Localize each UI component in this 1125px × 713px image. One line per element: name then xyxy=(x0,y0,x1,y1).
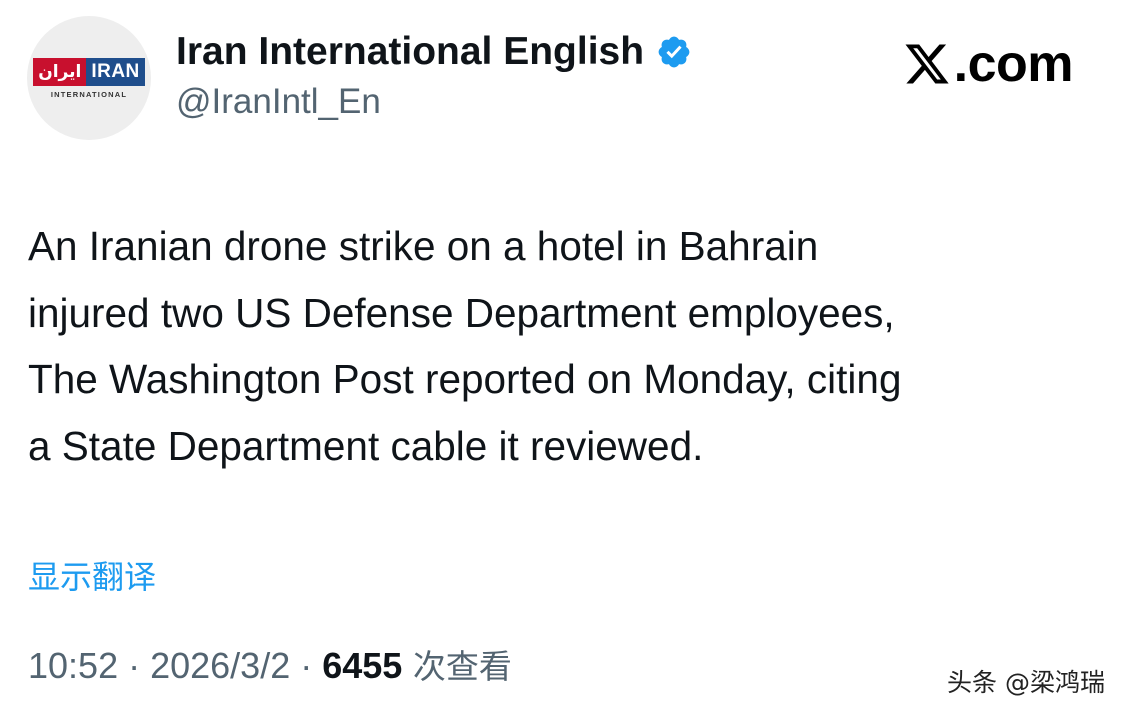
view-count-label: 次查看 xyxy=(402,647,512,686)
toutiao-watermark: 头条 @梁鸿瑞 xyxy=(947,668,1105,697)
logo-english-text: IRAN xyxy=(86,57,145,86)
view-count[interactable]: 6455 xyxy=(322,645,402,686)
tweet-line: a State Department cable it reviewed. xyxy=(28,422,704,469)
logo-subtitle: INTERNATIONAL xyxy=(50,89,128,99)
tweet-date[interactable]: 2026/3/2 xyxy=(150,645,290,686)
tweet-line: The Washington Post reported on Monday, … xyxy=(28,356,902,402)
show-translation-link[interactable]: 显示翻译 xyxy=(28,552,156,598)
logo-persian-text: ایران xyxy=(33,57,87,86)
account-name-text: Iran International English xyxy=(176,30,645,73)
x-com-domain: .com xyxy=(953,35,1074,93)
avatar[interactable]: ایران IRAN INTERNATIONAL xyxy=(27,16,151,140)
account-handle[interactable]: @IranIntl_En xyxy=(176,82,381,122)
tweet-line: An Iranian drone strike on a hotel in Ba… xyxy=(28,223,819,269)
tweet-metadata: 10:52 · 2026/3/2 · 6455 次查看 xyxy=(28,640,512,688)
tweet-time[interactable]: 10:52 xyxy=(28,645,118,686)
separator-dot: · xyxy=(118,645,151,686)
tweet-text: An Iranian drone strike on a hotel in Ba… xyxy=(28,213,1103,479)
verified-badge-icon xyxy=(658,36,690,68)
separator-dot: · xyxy=(290,645,323,686)
account-name[interactable]: Iran International English xyxy=(176,30,692,74)
x-com-branding: .com xyxy=(903,34,1074,94)
iran-international-logo: ایران IRAN INTERNATIONAL xyxy=(33,57,145,99)
tweet-line: injured two US Defense Department employ… xyxy=(28,289,895,336)
x-logo-icon xyxy=(905,44,949,84)
